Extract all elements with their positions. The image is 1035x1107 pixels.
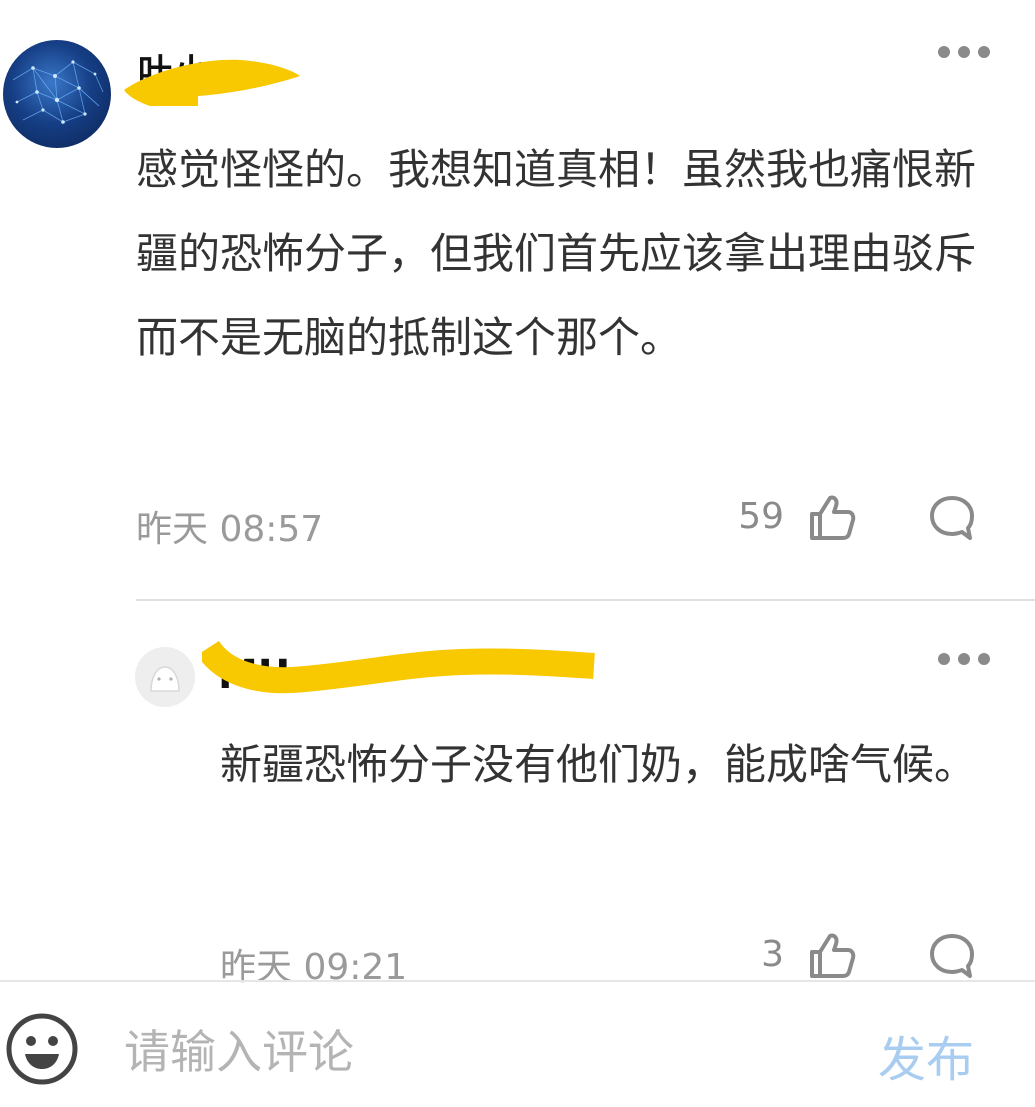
- more-dots-icon[interactable]: [936, 645, 992, 673]
- comment-timestamp: 昨天 08:57: [136, 509, 324, 550]
- reply-text: 新疆恐怖分子没有他们奶，能成啥气候。: [220, 740, 977, 789]
- comment-divider: [136, 599, 1035, 601]
- like-count: 59: [738, 496, 784, 537]
- network-avatar-image: [12, 60, 104, 124]
- comment-page: 叶小 感觉怪怪的。我想知道真相！虽然我也痛恨新疆的恐怖分子，但我们首先应该拿出理…: [0, 0, 1035, 1107]
- comment-input[interactable]: [124, 1020, 844, 1084]
- default-avatar-icon: [135, 647, 195, 707]
- reply-avatar[interactable]: [135, 647, 195, 707]
- thumbs-up-icon[interactable]: [806, 492, 858, 544]
- input-bar-divider: [0, 980, 1035, 982]
- comment-text: 感觉怪怪的。我想知道真相！虽然我也痛恨新疆的恐怖分子，但我们首先应该拿出理由驳斥…: [136, 145, 977, 362]
- more-dots-icon[interactable]: [936, 38, 992, 66]
- user-avatar[interactable]: [3, 40, 111, 148]
- emoji-icon[interactable]: [5, 1012, 79, 1086]
- comment-bubble-icon[interactable]: [926, 930, 978, 982]
- comment-bubble-icon[interactable]: [926, 492, 978, 544]
- like-count: 3: [761, 934, 784, 975]
- redaction-scribble: [124, 59, 300, 106]
- thumbs-up-icon[interactable]: [806, 930, 858, 982]
- redaction-scribble: [202, 640, 595, 694]
- publish-button[interactable]: 发布: [878, 1020, 974, 1090]
- reply-timestamp: 昨天 09:21: [220, 947, 408, 988]
